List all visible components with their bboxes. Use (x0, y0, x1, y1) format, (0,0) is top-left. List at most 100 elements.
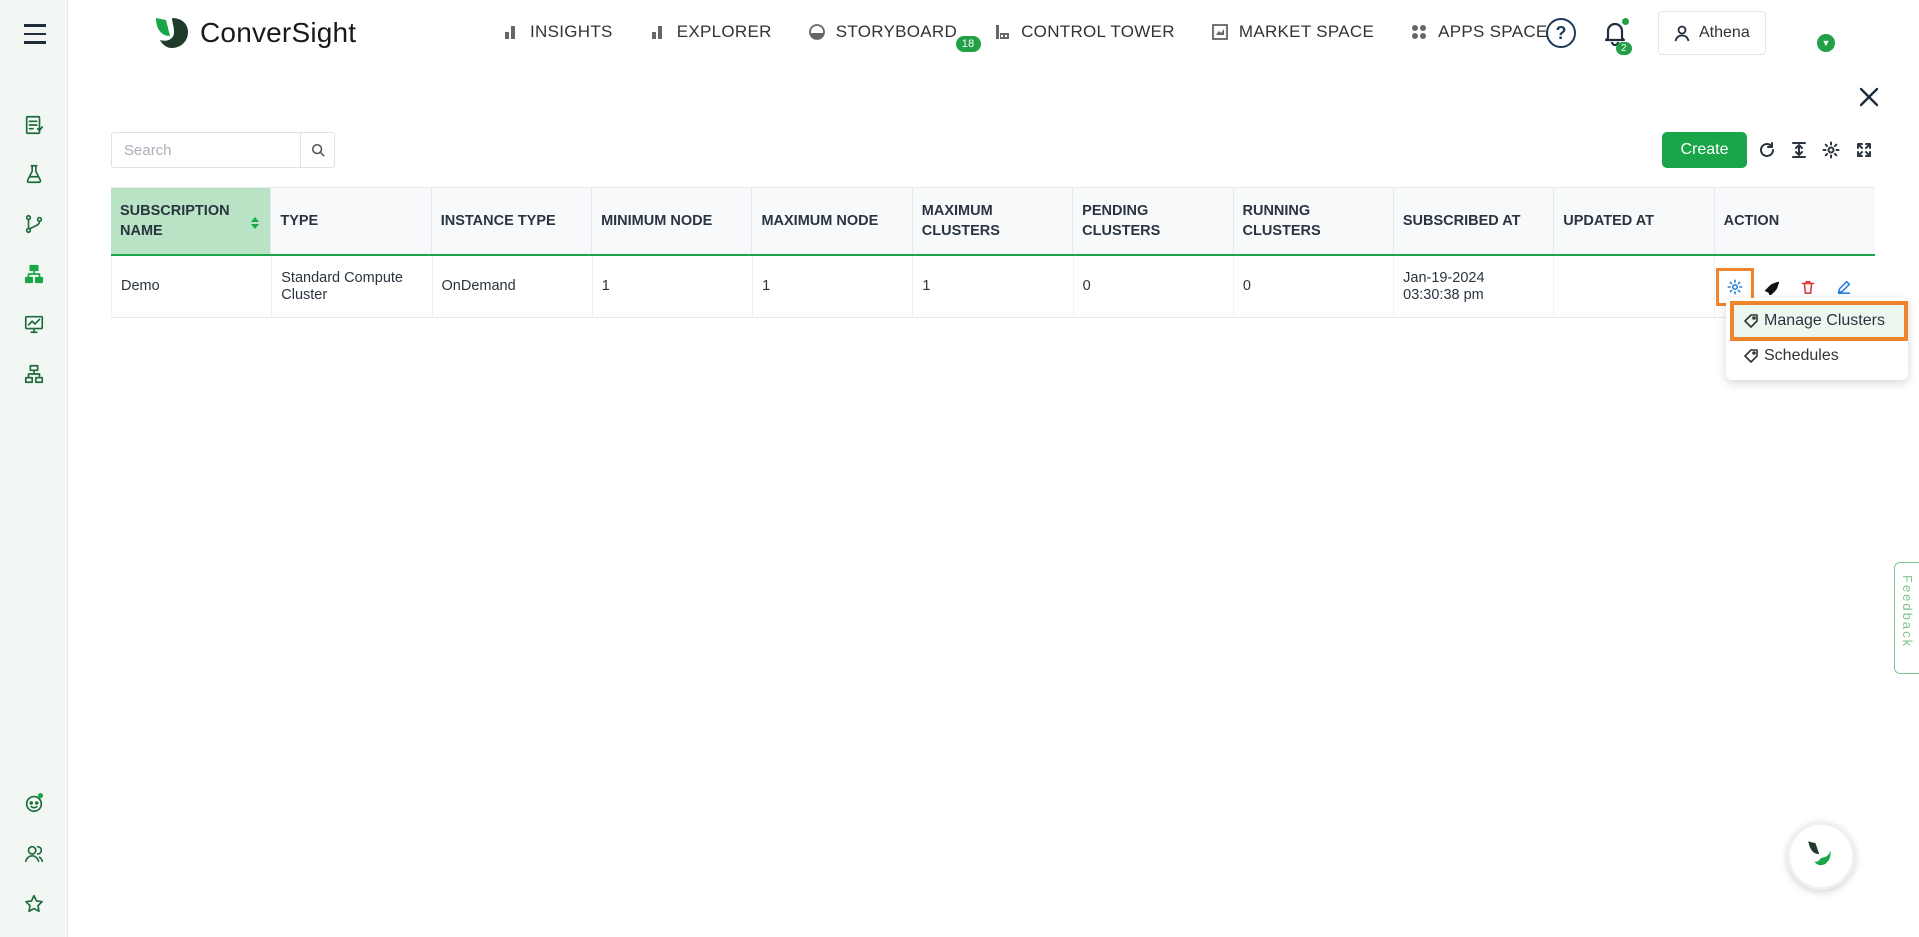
market-icon (1211, 23, 1229, 41)
storyboard-icon (808, 23, 826, 41)
fullscreen-button[interactable] (1853, 139, 1875, 161)
create-button[interactable]: Create (1662, 132, 1747, 168)
top-bar: ConverSight INSIGHTS EXPLORER STORYBOARD… (68, 0, 1919, 68)
cell-pending-clusters: 0 (1074, 256, 1234, 317)
sort-icon[interactable] (250, 215, 260, 231)
nav-storyboard[interactable]: STORYBOARD 18 (808, 20, 981, 52)
bar-chart-icon (649, 23, 667, 41)
nav-control-tower[interactable]: CONTROL TOWER (993, 20, 1175, 44)
nav-explorer[interactable]: EXPLORER (649, 20, 772, 44)
cell-subscribed-at: Jan-19-2024 03:30:38 pm (1394, 256, 1555, 317)
brand-name: ConverSight (200, 17, 357, 48)
cell-instance-type: OnDemand (433, 256, 593, 317)
report-list-icon (25, 115, 44, 135)
sidebar-item-users[interactable] (22, 842, 46, 866)
column-header-updated-at[interactable]: UPDATED AT (1554, 188, 1715, 254)
trash-icon (1801, 280, 1814, 294)
column-header-pending-clusters[interactable]: PENDING CLUSTERS (1073, 188, 1234, 254)
conversight-logo-icon (152, 14, 192, 52)
monitor-chart-icon (24, 315, 44, 334)
cell-maximum-clusters: 1 (913, 256, 1074, 317)
nav-label: INSIGHTS (530, 22, 613, 41)
delete-button[interactable] (1797, 276, 1819, 298)
notification-dot (1622, 18, 1629, 25)
subscriptions-table: SUBSCRIPTION NAME TYPE INSTANCE TYPE MIN… (111, 187, 1875, 318)
feedback-label: Feedback (1900, 575, 1915, 649)
cell-type: Standard Compute Cluster (272, 256, 433, 317)
nav-market-space[interactable]: MARKET SPACE (1211, 20, 1374, 44)
nav-insights[interactable]: INSIGHTS (502, 20, 613, 44)
sidebar-item-clusters[interactable] (22, 262, 46, 286)
column-header-running-clusters[interactable]: RUNNING CLUSTERS (1234, 188, 1394, 254)
sidebar-item-workflow[interactable] (22, 212, 46, 236)
column-header-type[interactable]: TYPE (271, 188, 432, 254)
fullscreen-icon (1857, 143, 1871, 157)
user-name: Athena (1699, 24, 1750, 41)
column-height-icon (1792, 142, 1806, 158)
column-header-minimum-node[interactable]: MINIMUM NODE (592, 188, 753, 254)
column-header-label: UPDATED AT (1563, 213, 1654, 229)
menu-item-label: Manage Clusters (1764, 312, 1885, 329)
assistant-chat-button[interactable] (1787, 822, 1855, 890)
table-settings-button[interactable] (1820, 139, 1842, 161)
column-header-action: ACTION (1715, 188, 1875, 254)
column-header-label: SUBSCRIPTION NAME (120, 203, 230, 239)
table-header: SUBSCRIPTION NAME TYPE INSTANCE TYPE MIN… (111, 187, 1875, 256)
search-button[interactable] (300, 133, 334, 167)
sidebar-item-lab[interactable] (22, 162, 46, 186)
bar-chart-icon (502, 23, 520, 41)
pencil-icon (1837, 280, 1850, 294)
column-header-instance-type[interactable]: INSTANCE TYPE (432, 188, 593, 254)
notifications-bell-icon[interactable]: 2 (1600, 18, 1632, 55)
search-box (111, 132, 335, 168)
action-menu: Manage Clusters Schedules (1726, 298, 1908, 380)
brand-logo[interactable]: ConverSight (152, 14, 356, 52)
conversight-bot-icon (1808, 841, 1831, 866)
left-sidebar (0, 0, 68, 937)
menu-item-schedules[interactable]: Schedules (1734, 339, 1906, 373)
menu-item-manage-clusters[interactable]: Manage Clusters (1730, 301, 1908, 341)
cell-maximum-node: 1 (753, 256, 914, 317)
column-header-label: RUNNING CLUSTERS (1242, 203, 1321, 239)
hierarchy-icon (24, 264, 44, 284)
help-icon[interactable]: ? (1546, 18, 1576, 48)
cell-subscription-name: Demo (112, 256, 273, 317)
main-nav: INSIGHTS EXPLORER STORYBOARD 18 CONTROL … (502, 20, 1584, 52)
column-header-label: SUBSCRIBED AT (1402, 213, 1521, 229)
tag-icon (1744, 314, 1758, 328)
column-header-subscription-name[interactable]: SUBSCRIPTION NAME (111, 188, 272, 254)
nav-apps-space[interactable]: APPS SPACE (1410, 20, 1547, 44)
edit-button[interactable] (1833, 276, 1855, 298)
sidebar-item-favorites[interactable] (22, 892, 46, 916)
hamburger-menu-icon[interactable] (24, 24, 46, 44)
bot-icon (25, 793, 44, 813)
column-height-button[interactable] (1788, 139, 1810, 161)
user-dropdown-icon[interactable]: ▼ (1817, 34, 1835, 52)
deploy-button[interactable] (1761, 276, 1783, 298)
column-header-label: PENDING CLUSTERS (1082, 203, 1161, 239)
nav-label: APPS SPACE (1438, 22, 1548, 41)
sidebar-item-monitor[interactable] (22, 312, 46, 336)
column-header-label: TYPE (280, 213, 319, 229)
rocket-icon (1764, 281, 1779, 295)
column-header-maximum-clusters[interactable]: MAXIMUM CLUSTERS (913, 188, 1074, 254)
column-header-maximum-node[interactable]: MAXIMUM NODE (752, 188, 913, 254)
user-menu-button[interactable]: Athena (1658, 11, 1766, 55)
cell-running-clusters: 0 (1234, 256, 1395, 317)
nav-label: EXPLORER (676, 22, 772, 41)
table-row[interactable]: Demo Standard Compute Cluster OnDemand 1… (111, 256, 1875, 318)
nav-label: MARKET SPACE (1238, 22, 1375, 41)
close-icon[interactable] (1856, 84, 1882, 110)
sidebar-item-assistant[interactable] (22, 791, 46, 815)
column-header-subscribed-at[interactable]: SUBSCRIBED AT (1394, 188, 1555, 254)
users-icon (24, 845, 44, 863)
feedback-tab[interactable]: Feedback (1894, 562, 1919, 674)
search-input[interactable] (112, 133, 300, 167)
notification-count-badge: 2 (1616, 42, 1632, 55)
nav-label: STORYBOARD (835, 22, 958, 41)
nav-label: CONTROL TOWER (1021, 22, 1175, 41)
sidebar-item-network[interactable] (22, 362, 46, 386)
gear-icon (1727, 279, 1743, 294)
sidebar-item-reports[interactable] (22, 113, 46, 137)
refresh-button[interactable] (1756, 139, 1778, 161)
